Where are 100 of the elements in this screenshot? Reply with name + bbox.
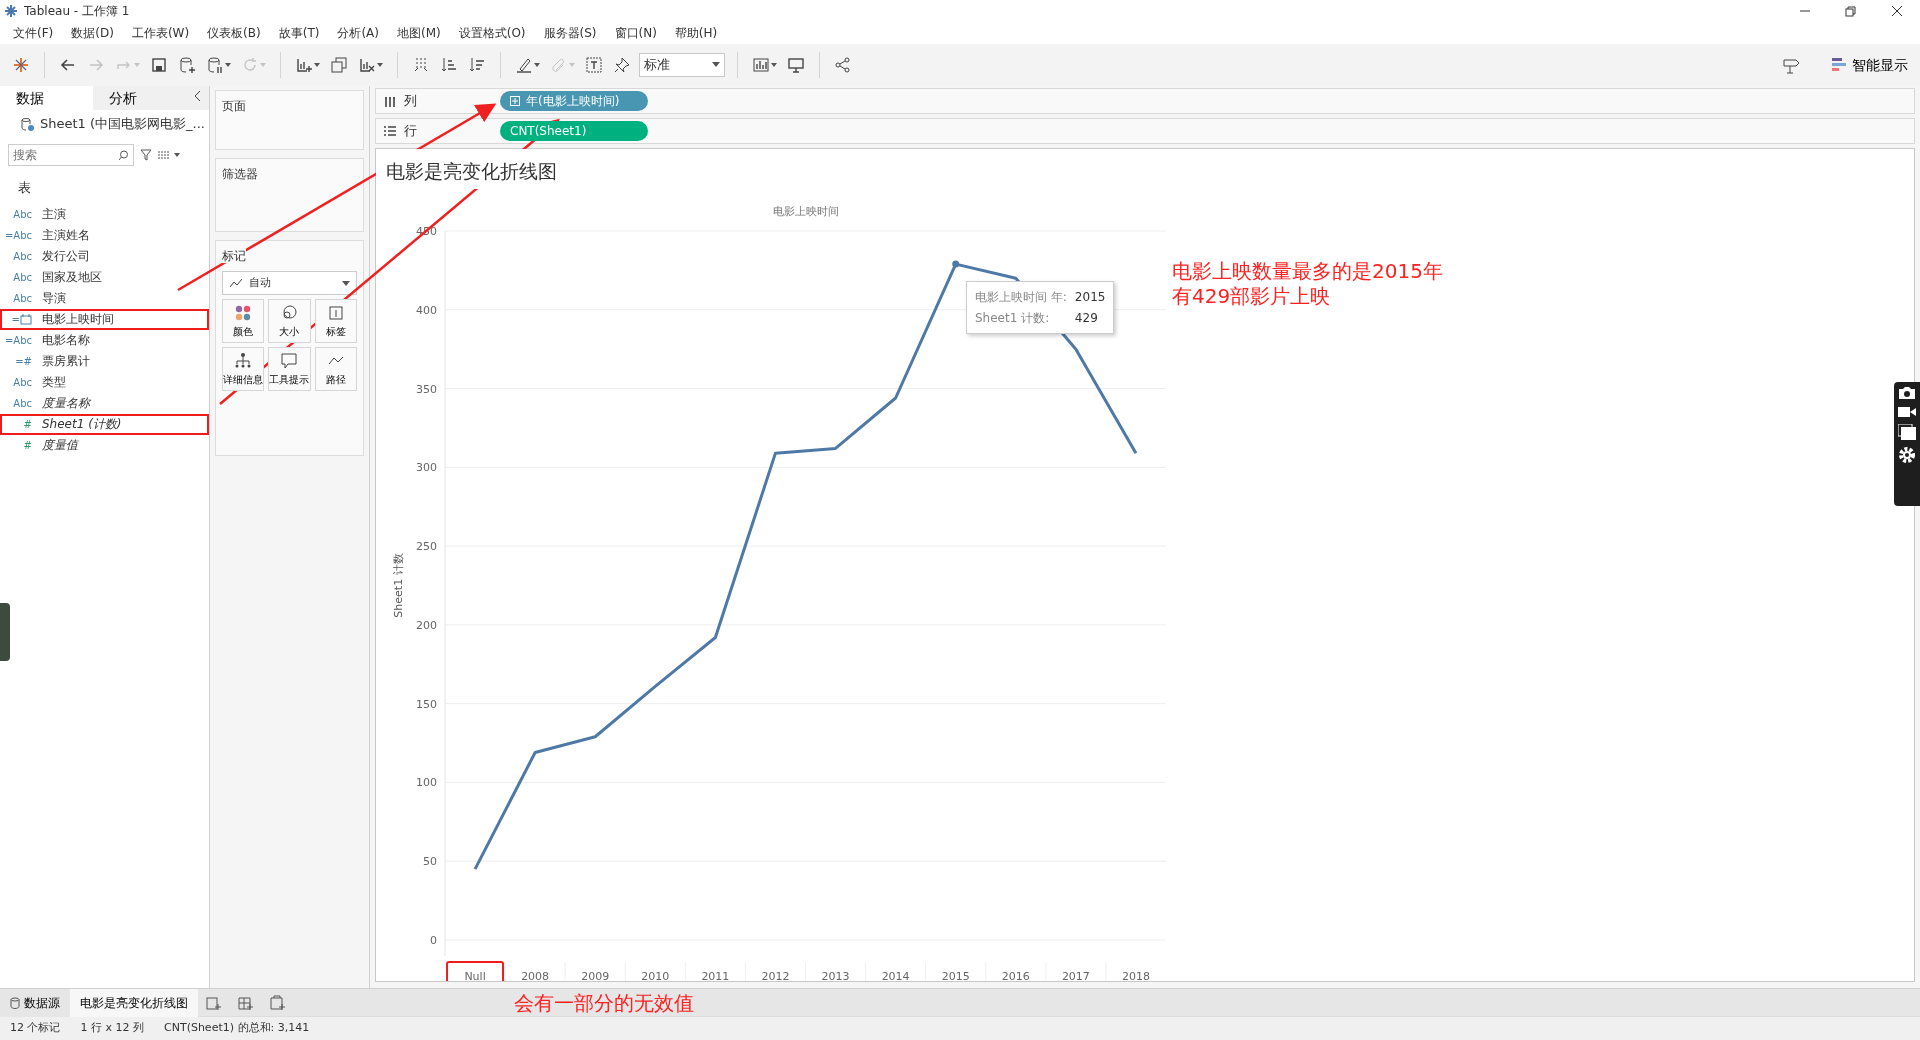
axis-tick-label: 400 [416, 303, 437, 317]
axis-tick-label: 150 [416, 697, 437, 711]
caret-icon[interactable] [771, 63, 777, 67]
bar-chart-icon[interactable] [752, 56, 770, 74]
menu-item[interactable]: 服务器(S) [534, 24, 606, 42]
fit-dropdown[interactable]: 标准 [639, 53, 725, 77]
marks-button[interactable]: 详细信息 [222, 347, 265, 391]
signpost-icon[interactable] [1782, 56, 1800, 74]
marks-button[interactable]: 工具提示 [268, 347, 311, 391]
clear-chart-icon[interactable] [358, 56, 376, 74]
menu-item[interactable]: 仪表板(B) [198, 24, 270, 42]
status-text: 1 行 x 12 列 [80, 1020, 144, 1037]
field-name: Sheet1 (计数) [42, 416, 122, 433]
data-point[interactable] [952, 260, 960, 268]
new-story-icon[interactable] [270, 995, 286, 1011]
marks-button[interactable]: 标签 [314, 299, 357, 343]
menu-item[interactable]: 帮助(H) [665, 24, 727, 42]
calendar-icon [20, 313, 32, 325]
field-name: 国家及地区 [42, 269, 102, 286]
filter-icon[interactable] [140, 149, 152, 161]
close-icon[interactable] [1890, 5, 1904, 17]
field-type-label: Abc [13, 375, 32, 390]
annotation-note: 电影上映数量最多的是2015年 有429部影片上映 [1172, 259, 1443, 309]
data-source-name[interactable]: Sheet1 (中国电影网电影_... [40, 114, 205, 134]
field-item[interactable]: Abc 类型 [0, 371, 209, 393]
duplicate-chart-icon[interactable] [330, 56, 348, 74]
settings-icon[interactable] [1898, 446, 1916, 464]
shelf-label: 行 [404, 122, 417, 141]
card-title: 页面 [222, 99, 246, 113]
sheet-tab[interactable]: 电影是亮变化折线图 [70, 988, 198, 1017]
caret-icon[interactable] [314, 63, 320, 67]
marks-button[interactable]: 颜色 [222, 299, 265, 343]
menu-item[interactable]: 文件(F) [4, 24, 63, 42]
axis-tick-label: 2013 [821, 970, 850, 981]
pen-icon[interactable] [515, 56, 533, 74]
section-heading: 表 [17, 179, 32, 197]
caret-icon[interactable] [225, 63, 231, 67]
menu-item[interactable]: 设置格式(O) [449, 24, 535, 42]
field-item[interactable]: # 度量值 [0, 434, 209, 456]
database-icon [10, 996, 20, 1009]
field-item[interactable]: Abc 度量名称 [0, 392, 209, 414]
new-chart-icon[interactable] [295, 56, 313, 74]
axis-tick-label: 200 [416, 618, 437, 632]
presentation-icon[interactable] [787, 56, 805, 74]
share-icon[interactable] [834, 56, 852, 74]
side-handle[interactable] [0, 603, 10, 661]
window-title: Tableau - 工作簿 1 [24, 3, 130, 20]
search-field[interactable]: 搜索 [8, 144, 134, 166]
field-item[interactable]: Abc 发行公司 [0, 245, 209, 267]
menu-item[interactable]: 工作表(W) [122, 24, 199, 42]
caret-icon[interactable] [377, 63, 383, 67]
sort-ascending-icon[interactable] [440, 56, 458, 74]
sort-descending-icon[interactable] [468, 56, 486, 74]
axis-tick-label: 2008 [521, 970, 550, 981]
video-camera-icon[interactable] [1898, 406, 1916, 418]
pushpin-icon[interactable] [613, 56, 631, 74]
new-dashboard-icon[interactable] [238, 995, 254, 1011]
marks-button[interactable]: 大小 [268, 299, 311, 343]
mark-type-dropdown[interactable]: 自动 [222, 271, 357, 295]
field-name: 电影上映时间 [42, 311, 114, 328]
field-item[interactable]: Abc 导演 [0, 287, 209, 309]
menu-item[interactable]: 分析(A) [328, 24, 388, 42]
caret-icon[interactable] [534, 63, 540, 67]
card-title: 标记 [222, 249, 246, 263]
camera-icon[interactable] [1898, 386, 1916, 400]
field-name: 主演姓名 [42, 227, 90, 244]
axis-title: 电影上映时间 [772, 205, 839, 218]
field-item[interactable]: =Abc 电影名称 [0, 329, 209, 351]
show-me-button[interactable]: 智能显示 [1830, 52, 1910, 78]
windows-icon[interactable] [1898, 424, 1916, 440]
field-name: 导演 [42, 290, 66, 307]
new-sheet-icon[interactable] [206, 995, 222, 1011]
field-type-label: Abc [13, 270, 32, 285]
marks-button[interactable]: 路径 [314, 347, 357, 391]
text-box-icon[interactable] [585, 56, 603, 74]
menu-item[interactable]: 地图(M) [388, 24, 450, 42]
field-item[interactable]: # Sheet1 (计数) [0, 413, 209, 435]
field-type-label: Abc [13, 249, 32, 264]
field-item[interactable]: =Abc 主演姓名 [0, 224, 209, 246]
pane-tab[interactable]: 数据 [0, 86, 93, 110]
save-icon[interactable] [150, 56, 168, 74]
menu-item[interactable]: 故事(T) [269, 24, 329, 42]
field-type-label: = [11, 312, 20, 327]
annotation-note: 会有一部分的无效值 [514, 990, 694, 1017]
axis-tick-label: 2016 [1001, 970, 1030, 981]
menu-item[interactable]: 数据(D) [62, 24, 123, 42]
hierarchy-icon [234, 351, 253, 370]
database-plus-icon[interactable] [178, 56, 196, 74]
field-item[interactable]: Abc 主演 [0, 203, 209, 225]
list-view-icon[interactable] [158, 150, 180, 160]
field-item[interactable]: Abc 国家及地区 [0, 266, 209, 288]
field-item[interactable]: =# 票房累计 [0, 350, 209, 372]
tableau-logo-icon[interactable] [12, 56, 30, 74]
field-item[interactable]: = 电影上映时间 [0, 308, 209, 330]
field-type-label: # [23, 417, 32, 432]
collapse-icon[interactable] [193, 89, 201, 102]
menu-item[interactable]: 窗口(N) [605, 24, 666, 42]
line-icon [229, 278, 243, 288]
database-pause-icon[interactable] [206, 56, 224, 74]
restore-icon[interactable] [1844, 5, 1858, 17]
